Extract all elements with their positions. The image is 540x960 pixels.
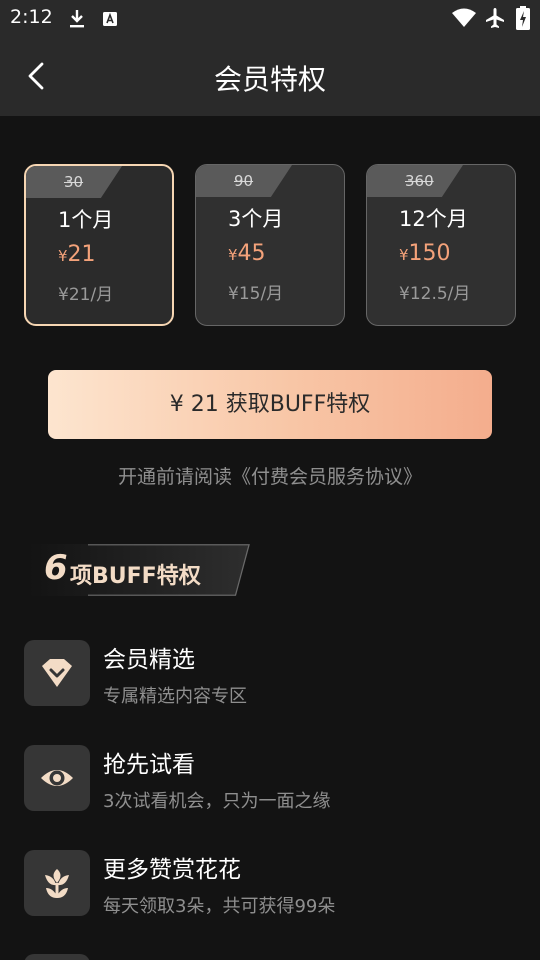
plan-price: ¥45 [228,241,266,266]
plan-price: ¥21 [58,242,96,267]
page-title: 会员特权 [213,63,326,96]
feature-title: 抢先试看 [103,752,195,778]
original-price: 360 [405,172,434,190]
buff-count: 6 [44,548,68,588]
plan-name: 12个月 [399,207,468,231]
plan-monthly-price: ¥12.5/月 [399,284,471,304]
app-bar: 会员特权 [0,36,540,116]
eye-icon [41,770,73,786]
plan-price: ¥150 [399,241,451,266]
membership-agreement-link[interactable]: 开通前请阅读《付费会员服务协议》 [0,462,540,489]
feature-title: 更多赞赏花花 [103,857,241,883]
main-content: 30 1个月 ¥21 ¥21/月 90 3个月 ¥45 ¥15/月 360 12… [0,116,540,960]
price-symbol: ¥ [58,247,68,265]
feature-item: 更多赞赏花花 每天领取3朵，共可获得99朵 [24,850,524,918]
original-price-tag: 90 [196,165,292,197]
plan-name: 1个月 [58,208,114,232]
keyboard-notification-icon [103,12,117,26]
plan-monthly-price: ¥21/月 [58,285,114,305]
status-bar: 2:12 [0,0,540,36]
download-icon [70,10,84,28]
original-price: 90 [234,172,254,190]
plan-card-1-month[interactable]: 30 1个月 ¥21 ¥21/月 [24,164,174,326]
price-symbol: ¥ [399,246,409,264]
original-price: 30 [64,173,84,191]
feature-description: 每天领取3朵，共可获得99朵 [103,896,336,917]
feature-icon-box-partial [24,954,90,960]
plan-name: 3个月 [228,207,284,231]
feature-title: 会员精选 [103,647,195,673]
price-value: 21 [67,242,96,267]
price-value: 150 [408,241,451,266]
price-symbol: ¥ [228,246,238,264]
plan-card-12-months[interactable]: 360 12个月 ¥150 ¥12.5/月 [366,164,516,326]
status-time: 2:12 [10,6,53,28]
original-price-tag: 360 [367,165,463,197]
battery-charging-icon [516,6,530,30]
feature-icon-box [24,745,90,811]
feature-item: 会员精选 专属精选内容专区 [24,640,524,708]
price-value: 45 [237,241,266,266]
feature-description: 3次试看机会，只为一面之缘 [103,791,331,812]
feature-item: 抢先试看 3次试看机会，只为一面之缘 [24,745,524,813]
plan-monthly-price: ¥15/月 [228,284,284,304]
feature-icon-box [24,640,90,706]
plan-card-3-months[interactable]: 90 3个月 ¥45 ¥15/月 [195,164,345,326]
buy-buff-button[interactable]: ¥ 21 获取BUFF特权 [48,370,492,439]
original-price-tag: 30 [26,166,122,198]
diamond-icon [42,659,72,687]
flower-icon [45,869,69,898]
airplane-mode-icon [486,8,504,28]
buff-title: 项BUFF特权 [70,564,201,589]
feature-icon-box [24,850,90,916]
feature-description: 专属精选内容专区 [103,686,247,707]
wifi-icon [452,8,476,27]
buff-banner: 6 项BUFF特权 [28,544,250,596]
